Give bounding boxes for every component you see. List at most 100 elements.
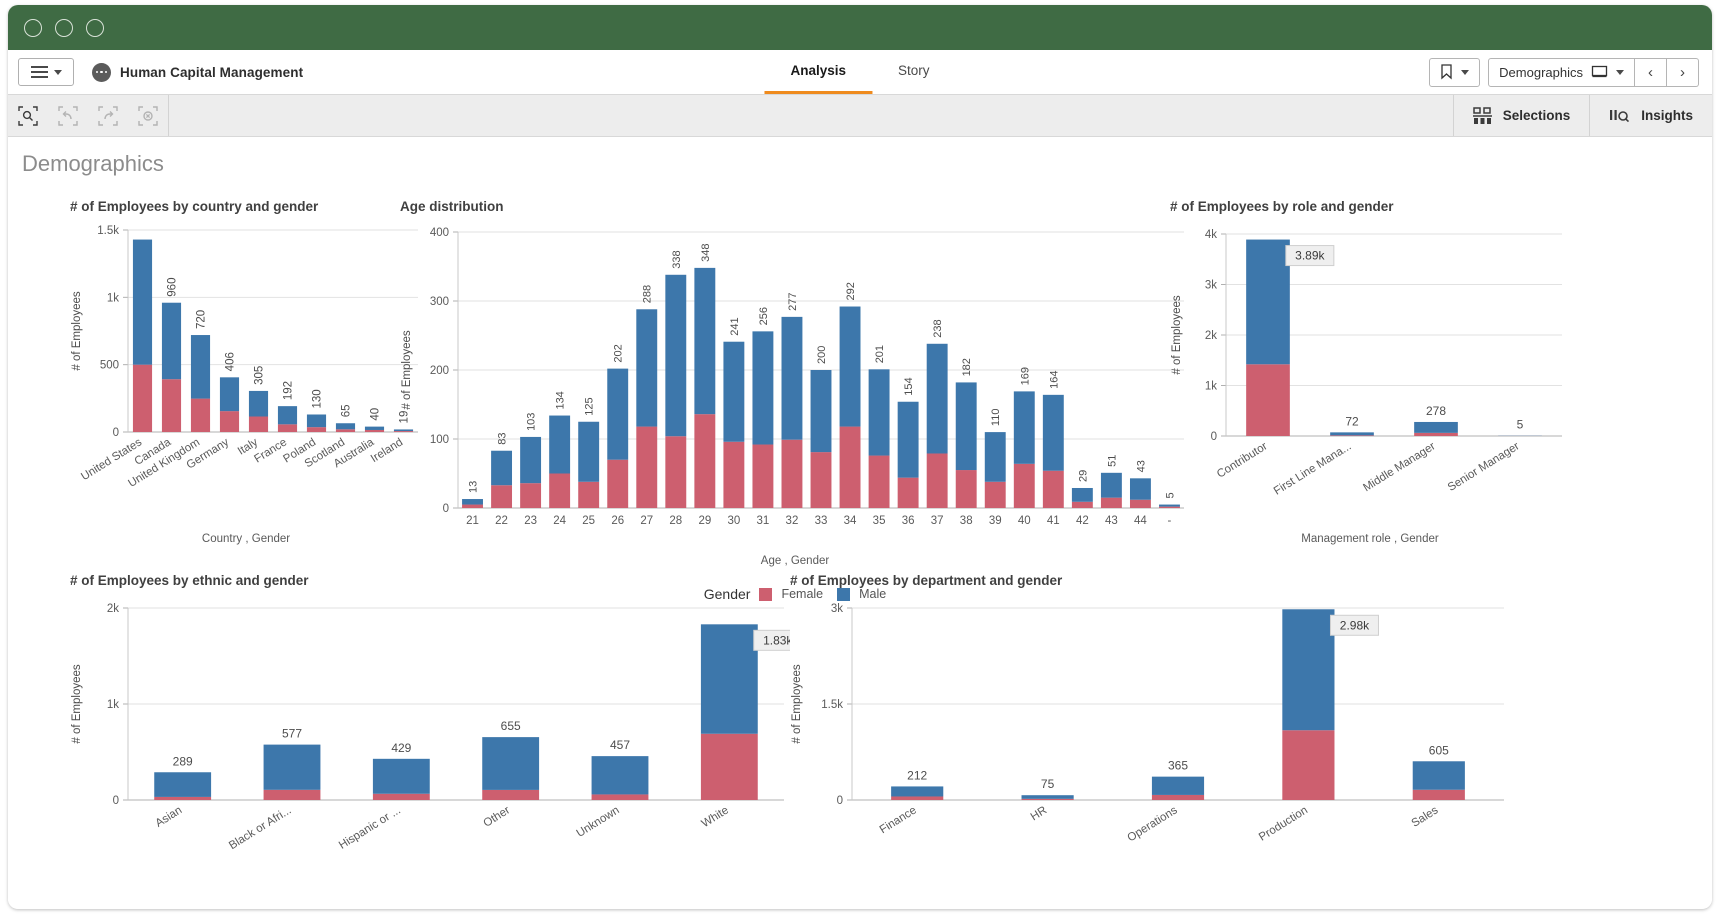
bar-segment-female[interactable] [306,427,327,432]
bar-segment-female[interactable] [1021,798,1074,800]
bar-segment-female[interactable] [1246,364,1290,436]
bar-group[interactable] [462,499,483,508]
bar-segment-female[interactable] [752,444,774,508]
bar-segment-male[interactable] [491,450,513,486]
selections-button[interactable]: Selections [1452,95,1590,136]
bar-segment-male[interactable] [897,401,919,478]
bar-segment-male[interactable] [926,343,948,454]
insights-button[interactable]: Insights [1589,95,1712,136]
x-tick-label[interactable]: 22 [495,515,508,527]
chart-country-gender[interactable]: # of Employees by country and gender 0 50… [70,199,422,545]
bar-segment-female[interactable] [1412,789,1465,800]
bar-group[interactable] [1013,391,1035,508]
x-tick-label[interactable]: 21 [466,515,479,527]
x-tick-label[interactable]: Sales [1410,804,1441,830]
bar-segment-female[interactable] [549,473,571,509]
bar-segment-female[interactable] [607,459,629,508]
bar-group[interactable] [868,369,890,508]
bar-group[interactable] [1246,239,1290,436]
bar-group[interactable] [154,772,212,800]
bar-segment-male[interactable] [372,758,430,794]
bar-segment-male[interactable] [868,369,890,456]
bar-segment-female[interactable] [462,504,483,508]
x-tick-label[interactable]: Unknown [575,804,622,840]
bar-segment-female[interactable] [578,481,600,508]
bar-segment-male[interactable] [520,436,542,484]
bar-segment-female[interactable] [482,789,540,800]
sheet-selector-button[interactable]: Demographics [1488,57,1635,87]
bar-group[interactable] [263,744,321,800]
bar-segment-female[interactable] [1042,470,1064,508]
bar-segment-female[interactable] [636,426,658,508]
bar-segment-female[interactable] [1129,499,1151,508]
x-tick-label[interactable]: Contributor [1215,440,1270,480]
window-maximize-button[interactable] [86,18,104,37]
x-tick-label[interactable]: 28 [669,515,682,527]
x-tick-label[interactable]: 43 [1105,515,1118,527]
bar-segment-male[interactable] [1412,761,1465,790]
x-tick-label[interactable]: 31 [757,515,770,527]
bar-segment-male[interactable] [665,274,687,437]
bar-group[interactable] [578,421,600,508]
x-tick-label[interactable]: White [700,804,731,830]
bar-group[interactable] [839,306,861,508]
bar-segment-female[interactable] [868,455,890,508]
bar-group[interactable] [723,341,745,508]
bar-group[interactable] [591,756,649,800]
clear-selections-button[interactable] [128,95,168,137]
x-tick-label[interactable]: 41 [1047,515,1060,527]
tab-story[interactable]: Story [872,50,956,94]
bar-segment-female[interactable] [891,796,944,800]
x-tick-label[interactable]: 23 [524,515,537,527]
selection-search-button[interactable] [8,95,48,137]
bar-segment-female[interactable] [1414,432,1458,436]
x-tick-label[interactable]: 37 [931,515,944,527]
main-menu-button[interactable] [18,58,74,86]
bar-segment-female[interactable] [665,436,687,508]
chart-plot-area[interactable]: 0 500 1k 1.5k United States 960 Canada 720 Unite… [70,222,422,515]
bar-group[interactable] [491,450,513,508]
bar-segment-male[interactable] [154,772,212,797]
bar-group[interactable] [1414,421,1458,436]
bar-segment-female[interactable] [520,483,542,508]
bar-segment-male[interactable] [549,415,571,474]
bar-segment-male[interactable] [1282,609,1335,731]
bar-group[interactable] [372,758,430,800]
bar-group[interactable] [665,274,687,508]
x-tick-label[interactable]: 33 [815,515,828,527]
bar-segment-male[interactable] [591,756,649,795]
bar-segment-male[interactable] [1100,472,1122,498]
bar-segment-male[interactable] [335,423,356,430]
x-tick-label[interactable]: Asian [153,804,184,829]
bar-segment-female[interactable] [1282,730,1335,800]
bar-segment-female[interactable] [723,441,745,508]
bar-segment-female[interactable] [364,429,385,432]
x-tick-label[interactable]: 29 [698,515,711,527]
bar-segment-male[interactable] [607,368,629,460]
x-tick-label[interactable]: 39 [989,515,1002,527]
x-tick-label[interactable]: 42 [1076,515,1089,527]
bar-segment-female[interactable] [781,439,803,508]
x-tick-label[interactable]: 25 [582,515,595,527]
bar-group[interactable] [335,423,356,432]
bar-segment-female[interactable] [926,453,948,508]
bar-segment-female[interactable] [491,485,513,508]
bar-group[interactable] [891,786,944,800]
x-tick-label[interactable]: 40 [1018,515,1031,527]
x-tick-label[interactable]: First Line Mana... [1272,440,1354,497]
bar-group[interactable] [132,239,153,432]
bar-segment-male[interactable] [955,382,977,471]
bar-segment-male[interactable] [364,426,385,430]
bar-group[interactable] [161,302,182,432]
next-sheet-button[interactable]: › [1667,57,1699,87]
bar-group[interactable] [607,368,629,508]
bar-group[interactable] [694,267,716,508]
bar-segment-male[interactable] [482,737,540,790]
chart-plot-area[interactable]: 0 100 200 300 400 13 21 83 22 103 23 134 24 125 25 202 2… [400,222,1190,553]
x-tick-label[interactable]: 26 [611,515,624,527]
bar-segment-female[interactable] [700,733,758,800]
x-tick-label[interactable]: HR [1029,804,1049,823]
bar-segment-male[interactable] [1246,239,1290,365]
bar-segment-male[interactable] [1151,776,1205,795]
x-tick-label[interactable]: Black or Afri... [227,804,294,852]
